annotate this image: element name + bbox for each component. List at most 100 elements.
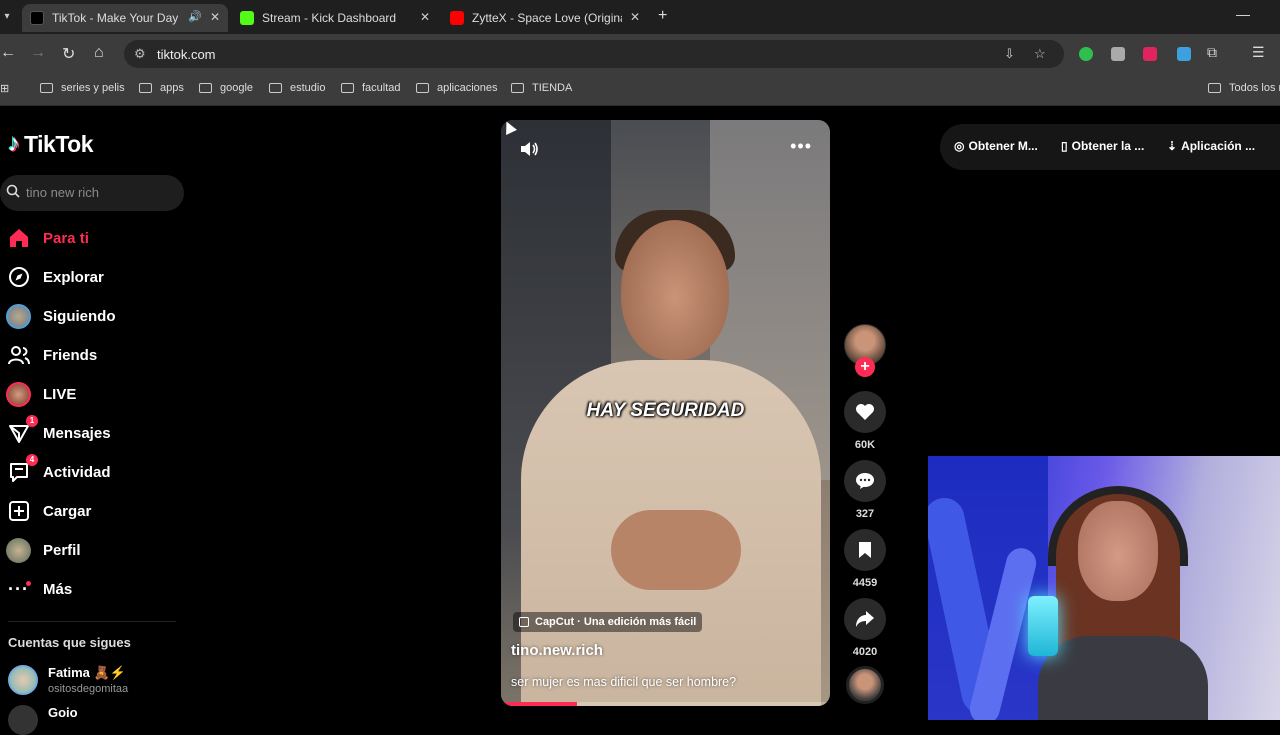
microphone bbox=[1028, 596, 1058, 656]
sidebar-item-label: Más bbox=[43, 580, 73, 598]
search-icon bbox=[6, 184, 20, 198]
bookmark-label: series y pelis bbox=[61, 82, 125, 94]
tab-search-icon[interactable]: ☰ bbox=[1252, 44, 1265, 61]
tiktok-note-icon: ♪ bbox=[8, 130, 20, 157]
following-account[interactable]: Fatima 🧸⚡ ositosdegomitaa bbox=[8, 665, 128, 695]
more-options-icon[interactable]: ••• bbox=[790, 136, 812, 157]
folder-icon bbox=[139, 83, 152, 93]
sidebar-item-explorar[interactable]: Explorar bbox=[6, 262, 104, 292]
sidebar-item-perfil[interactable]: Perfil bbox=[6, 535, 81, 565]
share-button[interactable] bbox=[844, 598, 886, 640]
comment-button[interactable] bbox=[844, 460, 886, 502]
phone-icon: ▯ bbox=[1061, 139, 1068, 153]
sidebar-item-mas[interactable]: ··· Más bbox=[6, 574, 72, 604]
tab-youtube[interactable]: ZytteX - Space Love (Original M ✕ bbox=[442, 4, 648, 32]
follow-plus-icon[interactable]: + bbox=[855, 357, 875, 377]
bookmark-folder[interactable]: series y pelis bbox=[40, 82, 125, 94]
bookmark-folder[interactable]: facultad bbox=[341, 82, 401, 94]
logo-text: TikTok bbox=[24, 130, 94, 157]
kick-icon bbox=[240, 11, 254, 25]
bookmark-folder[interactable]: aplicaciones bbox=[416, 82, 498, 94]
desktop-app-label: Aplicación ... bbox=[1181, 139, 1256, 153]
folder-icon bbox=[199, 83, 212, 93]
bookmark-folder[interactable]: apps bbox=[139, 82, 184, 94]
extension-icon[interactable] bbox=[1143, 47, 1157, 61]
download-icon: ⇣ bbox=[1167, 139, 1178, 153]
folder-icon bbox=[40, 83, 53, 93]
close-tab-icon[interactable]: ✕ bbox=[210, 10, 220, 24]
sidebar-item-friends[interactable]: Friends bbox=[6, 340, 97, 370]
sidebar-item-siguiendo[interactable]: Siguiendo bbox=[6, 301, 116, 331]
volume-icon[interactable] bbox=[519, 140, 539, 158]
account-username: ositosdegomitaa bbox=[48, 683, 129, 695]
tab-label: ZytteX - Space Love (Original M bbox=[472, 11, 622, 25]
puzzle-extensions-icon[interactable]: ⧉ bbox=[1207, 44, 1217, 61]
other-bookmarks-folder[interactable]: Todos los m bbox=[1208, 82, 1280, 94]
get-coins-button[interactable]: ◎ Obtener M... bbox=[954, 139, 1038, 153]
folder-icon bbox=[341, 83, 354, 93]
sidebar-item-label: LIVE bbox=[43, 385, 77, 403]
home-browser-icon[interactable]: ⌂ bbox=[94, 44, 104, 62]
camera-extension-icon[interactable] bbox=[1111, 47, 1125, 61]
messages-badge: 1 bbox=[26, 414, 38, 427]
tiktok-logo[interactable]: ♪ TikTok bbox=[8, 130, 94, 158]
speaker-icon[interactable]: 🔊 bbox=[188, 10, 202, 23]
close-tab-icon[interactable]: ✕ bbox=[630, 10, 640, 24]
sidebar-item-label: Para ti bbox=[43, 229, 89, 247]
tab-search-chevron-icon[interactable]: ▾ bbox=[0, 8, 14, 26]
headset bbox=[1048, 486, 1188, 566]
save-count: 4459 bbox=[852, 577, 878, 589]
forward-icon[interactable]: → bbox=[30, 44, 46, 62]
bookmark-icon bbox=[859, 542, 871, 558]
new-tab-icon[interactable]: + bbox=[658, 7, 667, 25]
get-app-button[interactable]: ▯ Obtener la ... bbox=[1061, 139, 1144, 153]
bookmark-folder[interactable]: google bbox=[199, 82, 253, 94]
sidebar-item-live[interactable]: LIVE bbox=[6, 379, 76, 409]
sidebar-item-actividad[interactable]: 4 Actividad bbox=[6, 453, 111, 487]
capcut-badge[interactable]: CapCut · Una edición más fácil bbox=[513, 612, 703, 632]
music-disc-avatar[interactable] bbox=[846, 666, 884, 704]
extension-icon[interactable] bbox=[1177, 47, 1191, 61]
sidebar-item-mensajes[interactable]: 1 Mensajes bbox=[6, 414, 111, 448]
bookmark-star-icon[interactable]: ☆ bbox=[1034, 46, 1046, 62]
install-app-icon[interactable]: ⇩ bbox=[1004, 46, 1015, 62]
like-count: 60K bbox=[854, 439, 876, 451]
apps-grid-icon[interactable]: ⊞ bbox=[0, 82, 9, 95]
bookmark-folder[interactable]: TIENDA bbox=[511, 82, 572, 94]
address-bar[interactable]: ⚙ tiktok.com ⇩ ☆ bbox=[124, 40, 1064, 68]
like-button[interactable] bbox=[844, 391, 886, 433]
sidebar-item-para-ti[interactable]: Para ti bbox=[6, 223, 89, 253]
comment-icon bbox=[856, 473, 874, 489]
webcam-person bbox=[1038, 636, 1208, 720]
minimize-window-icon[interactable]: — bbox=[1236, 6, 1250, 22]
site-info-icon[interactable]: ⚙ bbox=[134, 46, 146, 62]
following-account[interactable]: Goio bbox=[8, 705, 78, 735]
tab-label: TikTok - Make Your Day bbox=[52, 11, 179, 25]
search-input[interactable]: tino new rich bbox=[0, 175, 184, 211]
search-placeholder: tino new rich bbox=[26, 185, 99, 200]
divider bbox=[8, 621, 176, 622]
desktop-app-button[interactable]: ⇣ Aplicación ... bbox=[1167, 139, 1255, 153]
tab-tiktok[interactable]: TikTok - Make Your Day 🔊 ✕ bbox=[22, 4, 228, 32]
avatar bbox=[8, 705, 38, 735]
video-username[interactable]: tino.new.rich bbox=[511, 642, 603, 659]
video-player[interactable]: ••• HAY SEGURIDAD CapCut · Una edición m… bbox=[501, 120, 830, 706]
sidebar-item-label: Mensajes bbox=[43, 424, 111, 442]
bookmark-folder[interactable]: estudio bbox=[269, 82, 325, 94]
back-icon[interactable]: ← bbox=[0, 44, 16, 62]
tab-kick[interactable]: Stream - Kick Dashboard ✕ bbox=[232, 4, 438, 32]
url-text: tiktok.com bbox=[157, 47, 216, 62]
video-progress-fill bbox=[501, 702, 577, 706]
shield-extension-icon[interactable] bbox=[1079, 47, 1093, 61]
account-name: Fatima 🧸⚡ bbox=[48, 665, 126, 680]
capcut-icon bbox=[519, 617, 529, 627]
video-progress-bar[interactable] bbox=[501, 702, 830, 706]
save-button[interactable] bbox=[844, 529, 886, 571]
following-title: Cuentas que sigues bbox=[8, 635, 131, 650]
close-tab-icon[interactable]: ✕ bbox=[420, 10, 430, 24]
activity-icon: 4 bbox=[6, 453, 38, 485]
sidebar-item-cargar[interactable]: Cargar bbox=[6, 496, 91, 526]
reload-icon[interactable]: ↻ bbox=[62, 44, 75, 64]
bookmark-label: facultad bbox=[362, 82, 401, 94]
video-caption: HAY SEGURIDAD bbox=[586, 400, 745, 421]
